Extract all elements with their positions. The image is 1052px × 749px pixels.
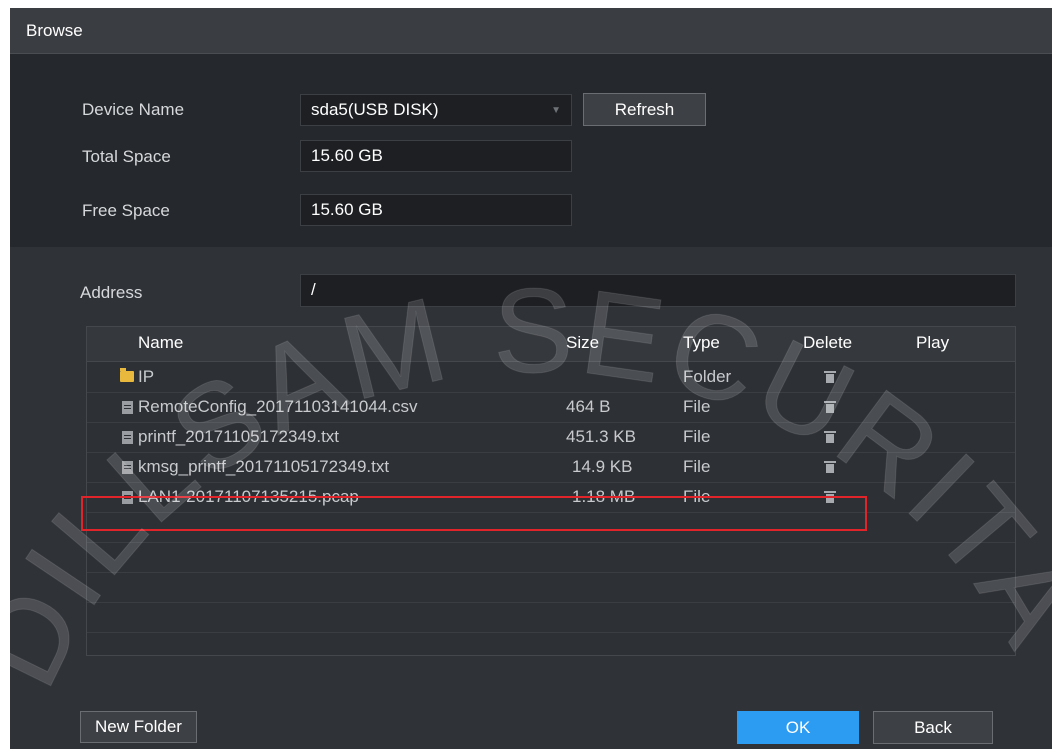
dialog-title: Browse — [26, 21, 83, 40]
file-type: Folder — [683, 367, 732, 386]
device-name-value: sda5(USB DISK) — [311, 100, 439, 119]
table-row[interactable]: IP Folder — [87, 363, 1015, 393]
total-space-label: Total Space — [82, 147, 171, 166]
file-size: 464 B — [566, 397, 611, 416]
file-type: File — [683, 427, 711, 446]
column-header-size[interactable]: Size — [566, 333, 599, 353]
empty-row — [87, 543, 1015, 573]
free-space-label: Free Space — [82, 201, 170, 220]
device-name-label: Device Name — [82, 100, 185, 119]
trash-icon — [824, 459, 836, 473]
file-size: 451.3 KB — [566, 427, 636, 446]
free-space-value: 15.60 GB — [300, 194, 572, 226]
table-header: Name Size Type Delete Play — [87, 327, 1015, 362]
back-button[interactable]: Back — [873, 711, 993, 744]
address-label: Address — [80, 283, 143, 302]
column-header-delete[interactable]: Delete — [803, 333, 852, 353]
trash-icon — [824, 369, 836, 383]
file-name[interactable]: kmsg_printf_20171105172349.txt — [138, 457, 389, 477]
column-header-name[interactable]: Name — [138, 333, 183, 353]
column-header-type[interactable]: Type — [683, 333, 720, 353]
table-row[interactable]: kmsg_printf_20171105172349.txt 14.9 KB F… — [87, 453, 1015, 483]
trash-icon — [824, 429, 836, 443]
file-icon — [122, 461, 133, 474]
delete-button[interactable] — [796, 423, 866, 452]
table-row[interactable]: RemoteConfig_20171103141044.csv 464 B Fi… — [87, 393, 1015, 423]
file-type: File — [683, 397, 711, 416]
address-field[interactable]: / — [300, 274, 1016, 307]
empty-row — [87, 573, 1015, 603]
file-name[interactable]: printf_20171105172349.txt — [138, 427, 339, 447]
refresh-button[interactable]: Refresh — [583, 93, 706, 126]
new-folder-button[interactable]: New Folder — [80, 711, 197, 743]
delete-button[interactable] — [796, 393, 866, 422]
file-table: Name Size Type Delete Play IP Folder Rem… — [86, 326, 1016, 656]
column-header-play[interactable]: Play — [916, 333, 949, 353]
chevron-down-icon: ▼ — [551, 105, 561, 116]
title-bar: Browse — [10, 8, 1052, 54]
file-size: 14.9 KB — [572, 457, 633, 476]
trash-icon — [824, 399, 836, 413]
total-space-value: 15.60 GB — [300, 140, 572, 172]
highlight-box — [81, 496, 867, 531]
delete-button[interactable] — [796, 453, 866, 482]
browse-dialog: Browse Device Name sda5(USB DISK) ▼ Refr… — [10, 8, 1052, 749]
table-row[interactable]: printf_20171105172349.txt 451.3 KB File — [87, 423, 1015, 453]
file-name[interactable]: RemoteConfig_20171103141044.csv — [138, 397, 417, 417]
file-type: File — [683, 457, 711, 476]
file-name[interactable]: IP — [138, 367, 154, 387]
file-icon — [122, 401, 133, 414]
empty-row — [87, 603, 1015, 633]
file-icon — [122, 431, 133, 444]
ok-button[interactable]: OK — [737, 711, 859, 744]
delete-button[interactable] — [796, 363, 866, 392]
folder-icon — [120, 368, 134, 382]
device-name-select[interactable]: sda5(USB DISK) ▼ — [300, 94, 572, 126]
device-info-panel: Device Name sda5(USB DISK) ▼ Refresh Tot… — [10, 54, 1052, 247]
